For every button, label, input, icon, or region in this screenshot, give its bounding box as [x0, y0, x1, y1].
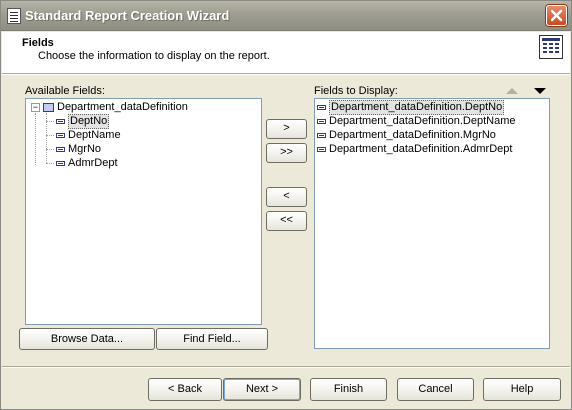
tree-branch: [46, 121, 54, 122]
header-divider: [2, 74, 570, 75]
page-subtitle: Choose the information to display on the…: [38, 50, 270, 62]
next-button[interactable]: Next >: [223, 378, 301, 401]
field-icon: [56, 133, 65, 138]
field-icon: [56, 119, 65, 124]
tree-root-label: Department_dataDefinition: [57, 101, 188, 113]
triangle-up-icon[interactable]: [506, 88, 518, 94]
tree-item-label: AdmrDept: [68, 157, 118, 169]
tree-item-label: DeptNo: [68, 114, 110, 129]
help-button[interactable]: Help: [483, 378, 561, 401]
tree-branch: [46, 135, 54, 136]
close-button[interactable]: [546, 5, 567, 26]
remove-field-button[interactable]: <: [266, 187, 307, 207]
tree-branch: [46, 149, 54, 150]
display-item-label: Department_dataDefinition.DeptNo: [329, 100, 505, 115]
tree-guide-line: [46, 113, 47, 163]
wizard-window: Standard Report Creation Wizard Fields C…: [0, 0, 572, 410]
close-icon: [550, 9, 563, 22]
tree-item-deptno[interactable]: DeptNo: [56, 114, 110, 129]
display-item-label: Department_dataDefinition.AdmrDept: [329, 143, 513, 155]
tree-item-mgrno[interactable]: MgrNo: [56, 143, 101, 156]
table-icon: [539, 35, 563, 59]
field-icon: [317, 133, 326, 138]
back-button[interactable]: < Back: [148, 378, 222, 401]
field-icon: [317, 119, 326, 124]
finish-button[interactable]: Finish: [310, 378, 387, 401]
tree-item-deptname[interactable]: DeptName: [56, 129, 121, 142]
report-icon: [7, 8, 21, 24]
window-title: Standard Report Creation Wizard: [25, 8, 230, 23]
display-item-label: Department_dataDefinition.DeptName: [329, 115, 516, 127]
display-item-label: Department_dataDefinition.MgrNo: [329, 129, 496, 141]
tree-item-label: MgrNo: [68, 143, 102, 155]
fields-to-display-label: Fields to Display:: [314, 85, 398, 97]
cancel-button[interactable]: Cancel: [397, 378, 474, 401]
available-fields-tree[interactable]: − Department_dataDefinition DeptNo DeptN…: [25, 98, 262, 325]
footer-divider: [2, 366, 570, 368]
display-item[interactable]: Department_dataDefinition.MgrNo: [317, 129, 496, 142]
title-bar[interactable]: Standard Report Creation Wizard: [1, 1, 571, 31]
field-icon: [317, 105, 326, 110]
display-item[interactable]: Department_dataDefinition.DeptNo: [317, 100, 505, 115]
fields-to-display-list[interactable]: Department_dataDefinition.DeptNo Departm…: [314, 98, 550, 349]
field-icon: [317, 147, 326, 152]
browse-data-button[interactable]: Browse Data...: [19, 328, 155, 350]
page-title: Fields: [22, 37, 54, 49]
find-field-button[interactable]: Find Field...: [156, 328, 268, 350]
remove-all-fields-button[interactable]: <<: [266, 211, 307, 231]
triangle-down-icon[interactable]: [534, 88, 546, 94]
display-item[interactable]: Department_dataDefinition.DeptName: [317, 115, 516, 128]
available-fields-label: Available Fields:: [25, 85, 105, 97]
tree-root[interactable]: Department_dataDefinition: [43, 101, 188, 114]
collapse-icon[interactable]: −: [31, 103, 40, 112]
wizard-header: Fields Choose the information to display…: [2, 32, 570, 74]
tree-branch: [46, 163, 54, 164]
display-item[interactable]: Department_dataDefinition.AdmrDept: [317, 143, 512, 156]
tree-guide-line: [35, 113, 36, 165]
field-icon: [56, 147, 65, 152]
tree-item-admrdept[interactable]: AdmrDept: [56, 157, 118, 170]
add-field-button[interactable]: >: [266, 119, 307, 139]
database-icon: [43, 103, 54, 112]
tree-item-label: DeptName: [68, 129, 121, 141]
field-icon: [56, 161, 65, 166]
add-all-fields-button[interactable]: >>: [266, 143, 307, 163]
